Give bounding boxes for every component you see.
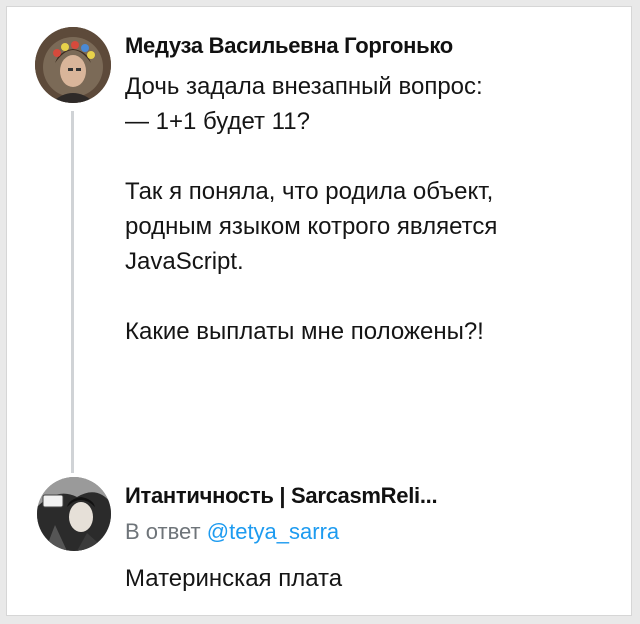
reply-author-name[interactable]: Итантичность | SarcasmReli... xyxy=(125,483,438,509)
reply-to-mention-link[interactable]: @tetya_sarra xyxy=(207,519,339,544)
post-author-name[interactable]: Медуза Васильевна Горгонько xyxy=(125,33,453,59)
reply-to-prefix: В ответ xyxy=(125,519,201,544)
avatar-photo-icon xyxy=(35,27,111,103)
thread-connector-line xyxy=(71,111,74,473)
reply-text: Материнская плата xyxy=(125,565,343,592)
reply-to-line: В ответ @tetya_sarra xyxy=(125,519,339,545)
avatar-illustration-icon xyxy=(37,477,111,551)
tweet-thread-card: Медуза Васильевна Горгонько Дочь задала … xyxy=(6,6,632,616)
reply-author-avatar[interactable] xyxy=(37,477,111,551)
post-text: Дочь задала внезапный вопрос: — 1+1 буде… xyxy=(125,73,498,345)
post-author-avatar[interactable] xyxy=(35,27,111,103)
